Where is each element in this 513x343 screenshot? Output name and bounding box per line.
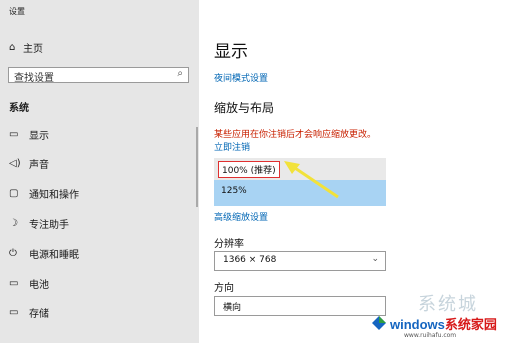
sidebar-item-sound[interactable]: ◁) 声音	[9, 155, 49, 171]
orientation-label: 方向	[214, 283, 234, 294]
pointer-arrow-icon	[284, 161, 339, 199]
sidebar-scrollbar[interactable]	[196, 127, 198, 207]
sidebar-item-label: 专注助手	[29, 219, 69, 231]
sidebar-item-focus-assist[interactable]: ☽ 专注助手	[9, 215, 69, 231]
power-icon: ⏻	[9, 247, 17, 259]
scale-section-title: 缩放与布局	[214, 101, 275, 115]
advanced-scaling-link[interactable]: 高级缩放设置	[214, 210, 268, 223]
sidebar-item-label: 电池	[29, 279, 49, 291]
scale-warning: 某些应用在你注销后才会响应缩放更改。	[214, 130, 377, 140]
sidebar-item-battery[interactable]: ▭ 电池	[9, 275, 49, 291]
sidebar: 设置 ⌂ 主页 查找设置 ⌕ 系统 ▭ 显示 ◁) 声音 ▢ 通知和操作 ☽ 专…	[0, 0, 199, 343]
sidebar-item-power[interactable]: ⏻ 电源和睡眠	[9, 245, 79, 261]
resolution-select[interactable]: 1366 × 768 ⌄	[214, 251, 386, 271]
battery-icon: ▭	[9, 277, 19, 289]
windows-logo-icon	[372, 316, 386, 330]
search-input[interactable]: 查找设置 ⌕	[8, 67, 189, 84]
night-mode-link[interactable]: 夜间模式设置	[214, 71, 268, 84]
app-title: 设置	[9, 7, 25, 16]
watermark-badge: windows系统家园 www.ruihafu.com	[362, 308, 513, 343]
page-title: 显示	[214, 42, 248, 62]
sidebar-item-label: 通知和操作	[29, 189, 79, 201]
sidebar-item-display[interactable]: ▭ 显示	[9, 126, 49, 142]
resolution-value: 1366 × 768	[223, 255, 277, 265]
section-title: 系统	[9, 103, 29, 114]
watermark-url: www.ruihafu.com	[404, 332, 457, 339]
sidebar-item-label: 显示	[29, 130, 49, 142]
resolution-label: 分辨率	[214, 239, 244, 250]
speaker-icon: ◁)	[9, 157, 21, 169]
monitor-icon: ▭	[9, 128, 19, 140]
watermark-brand: windows系统家园	[390, 317, 497, 332]
scale-option-label: 100% (推荐)	[218, 161, 280, 178]
sidebar-item-storage[interactable]: ▭ 存储	[9, 304, 49, 320]
sidebar-item-home[interactable]: ⌂ 主页	[9, 40, 43, 55]
home-icon: ⌂	[9, 41, 16, 53]
signout-link[interactable]: 立即注销	[214, 140, 250, 153]
orientation-value: 横向	[223, 303, 242, 313]
sidebar-item-label: 主页	[23, 43, 43, 55]
storage-icon: ▭	[9, 306, 19, 318]
sidebar-item-notifications[interactable]: ▢ 通知和操作	[9, 185, 79, 201]
moon-icon: ☽	[9, 217, 18, 229]
chevron-down-icon: ⌄	[371, 254, 379, 264]
search-placeholder: 查找设置	[14, 73, 54, 84]
orientation-select[interactable]: 横向	[214, 296, 386, 316]
sidebar-item-label: 电源和睡眠	[29, 249, 79, 261]
search-icon[interactable]: ⌕	[177, 68, 183, 79]
sidebar-item-label: 声音	[29, 159, 49, 171]
sidebar-item-label: 存储	[29, 308, 49, 320]
scale-option-label: 125%	[221, 186, 247, 196]
notification-icon: ▢	[9, 187, 19, 199]
